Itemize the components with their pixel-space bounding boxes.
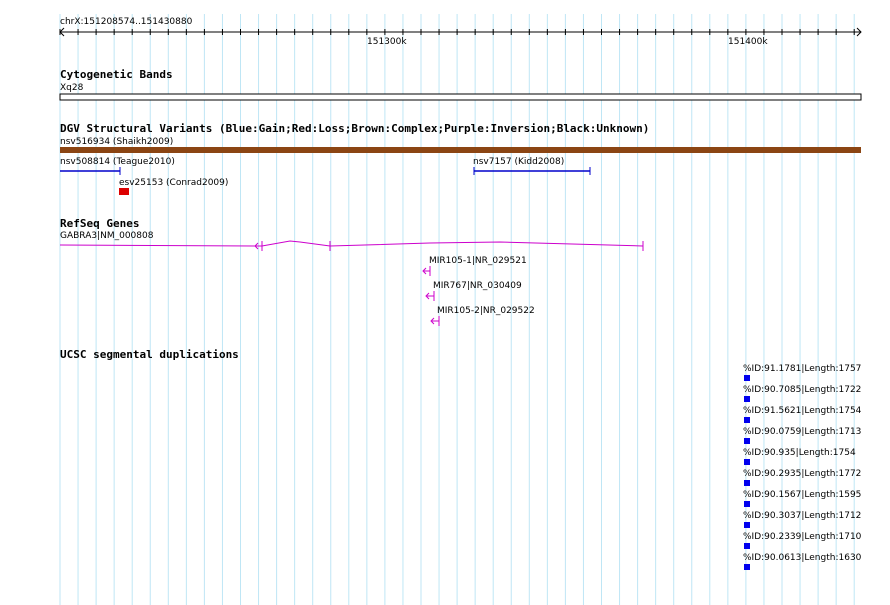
variant-bar-complex[interactable] — [60, 147, 861, 153]
segdup-label: %ID:90.7085|Length:1722 — [743, 385, 861, 395]
coordinate-range: chrX:151208574..151430880 — [60, 17, 193, 27]
variant-label: nsv516934 (Shaikh2009) — [60, 137, 173, 147]
genome-browser-view: chrX:151208574..151430880 151300k 151400… — [59, 14, 862, 605]
segdup-label: %ID:90.935|Length:1754 — [743, 448, 856, 458]
segdup-label: %ID:90.0759|Length:1713 — [743, 427, 861, 437]
track-title: RefSeq Genes — [60, 217, 139, 230]
segdup-feature[interactable] — [744, 501, 750, 507]
segdup-feature[interactable] — [744, 480, 750, 486]
cytoband-label: Xq28 — [60, 83, 84, 93]
refseq-track: RefSeq Genes GABRA3|NM_000808 MIR105-1|N… — [59, 217, 644, 326]
ruler: chrX:151208574..151430880 151300k 151400… — [59, 17, 862, 47]
segdup-feature[interactable] — [744, 459, 750, 465]
segdup-label: %ID:90.0613|Length:1630 — [743, 553, 862, 563]
variant-bar-loss[interactable] — [119, 188, 129, 195]
gene-label: MIR105-1|NR_029521 — [429, 256, 527, 266]
gene-model-gabra3[interactable] — [59, 240, 644, 251]
variant-label: esv25153 (Conrad2009) — [119, 178, 228, 188]
segdup-track: UCSC segmental duplications %ID:91.1781|… — [60, 348, 862, 570]
segdup-feature[interactable] — [744, 522, 750, 528]
segdup-feature[interactable] — [744, 375, 750, 381]
variant-label: nsv508814 (Teague2010) — [60, 157, 175, 167]
segdup-label: %ID:90.2339|Length:1710 — [743, 532, 862, 542]
segdup-label: %ID:90.1567|Length:1595 — [743, 490, 861, 500]
cytoband-bar[interactable] — [59, 93, 862, 101]
ruler-tick-label: 151400k — [728, 37, 768, 47]
segdup-feature[interactable] — [744, 543, 750, 549]
track-title: Cytogenetic Bands — [60, 68, 173, 81]
segdup-feature[interactable] — [744, 438, 750, 444]
variant-label: nsv7157 (Kidd2008) — [473, 157, 564, 167]
cytoband-track: Cytogenetic Bands Xq28 — [59, 68, 862, 101]
segdup-label: %ID:91.1781|Length:1757 — [743, 364, 861, 374]
gene-model-mir105-1[interactable] — [422, 266, 431, 276]
track-title: DGV Structural Variants (Blue:Gain;Red:L… — [60, 122, 649, 135]
gene-model-mir105-2[interactable] — [430, 316, 440, 326]
gene-model-mir767[interactable] — [425, 291, 435, 301]
segdup-feature[interactable] — [744, 564, 750, 570]
gene-label: MIR767|NR_030409 — [433, 281, 522, 291]
segdup-feature[interactable] — [744, 417, 750, 423]
dgv-track: DGV Structural Variants (Blue:Gain;Red:L… — [60, 122, 861, 195]
ruler-tick-label: 151300k — [367, 37, 407, 47]
gene-label: GABRA3|NM_000808 — [60, 231, 154, 241]
segdup-feature[interactable] — [744, 396, 750, 402]
segdup-label: %ID:91.5621|Length:1754 — [743, 406, 862, 416]
segdup-label: %ID:90.3037|Length:1712 — [743, 511, 861, 521]
gene-label: MIR105-2|NR_029522 — [437, 306, 535, 316]
segdup-label: %ID:90.2935|Length:1772 — [743, 469, 861, 479]
track-title: UCSC segmental duplications — [60, 348, 239, 361]
